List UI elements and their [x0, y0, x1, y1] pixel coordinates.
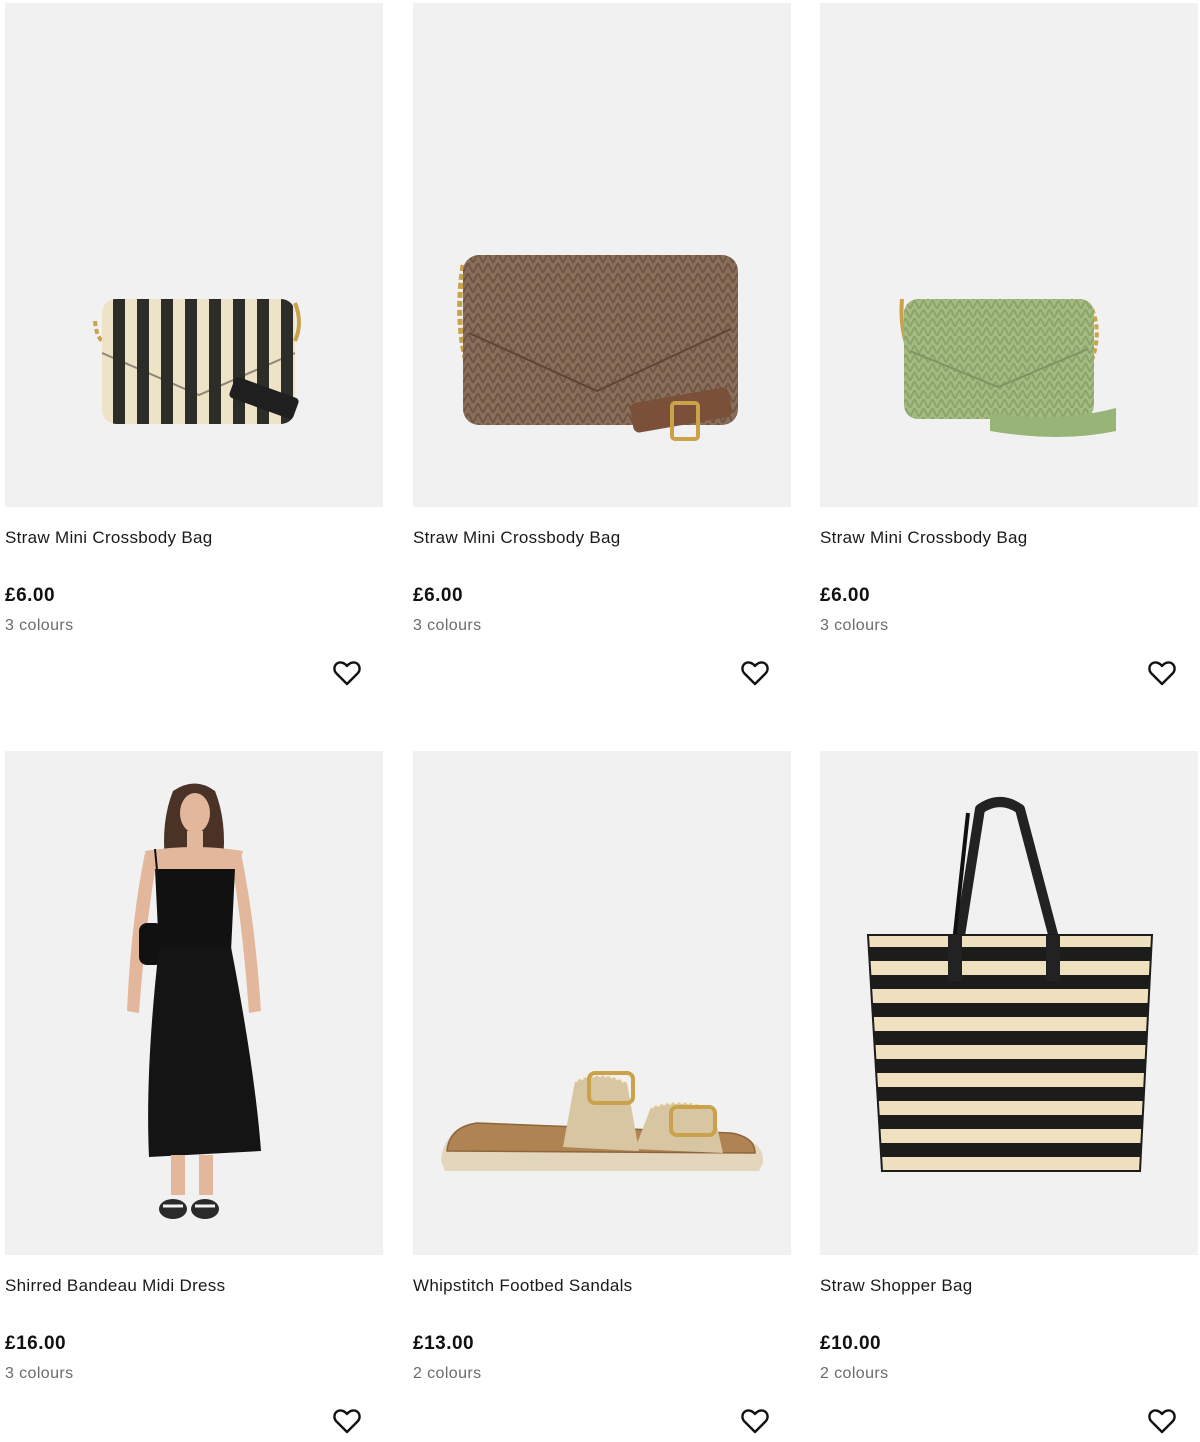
wishlist-button[interactable] [739, 657, 771, 689]
product-title[interactable]: Shirred Bandeau Midi Dress [5, 1276, 225, 1296]
wishlist-button[interactable] [1146, 657, 1178, 689]
black-midi-dress-model [127, 783, 261, 1219]
product-title[interactable]: Straw Mini Crossbody Bag [820, 528, 1028, 548]
product-colour-count: 3 colours [5, 1365, 74, 1382]
product-image[interactable] [5, 3, 383, 507]
product-image[interactable] [413, 3, 791, 507]
product-price: £6.00 [5, 585, 56, 606]
wishlist-button[interactable] [739, 1405, 771, 1437]
product-price: £6.00 [820, 585, 871, 606]
product-image[interactable] [820, 751, 1198, 1255]
heart-icon [333, 661, 361, 686]
product-colour-count: 3 colours [5, 617, 74, 634]
heart-icon [741, 1409, 769, 1434]
brown-mini-crossbody-bag [457, 255, 738, 441]
heart-icon [741, 661, 769, 686]
product-card[interactable]: Whipstitch Footbed Sandals £13.00 2 colo… [413, 751, 791, 1434]
product-title[interactable]: Straw Mini Crossbody Bag [413, 528, 621, 548]
product-colour-count: 2 colours [413, 1365, 482, 1382]
product-colour-count: 2 colours [820, 1365, 889, 1382]
product-image[interactable] [5, 751, 383, 1255]
heart-icon [1148, 1409, 1176, 1434]
product-colour-count: 3 colours [413, 617, 482, 634]
product-colour-count: 3 colours [820, 617, 889, 634]
striped-mini-crossbody-bag [93, 299, 301, 424]
product-price: £6.00 [413, 585, 464, 606]
product-price: £13.00 [413, 1333, 475, 1354]
wishlist-button[interactable] [1146, 1405, 1178, 1437]
striped-straw-shopper-bag [866, 797, 1154, 1172]
product-title[interactable]: Straw Shopper Bag [820, 1276, 973, 1296]
product-title[interactable]: Whipstitch Footbed Sandals [413, 1276, 632, 1296]
product-card[interactable]: Straw Mini Crossbody Bag £6.00 3 colours [5, 3, 383, 686]
beige-footbed-sandal [441, 1071, 764, 1171]
product-price: £16.00 [5, 1333, 67, 1354]
product-card[interactable]: Straw Mini Crossbody Bag £6.00 3 colours [413, 3, 791, 686]
product-title[interactable]: Straw Mini Crossbody Bag [5, 528, 213, 548]
heart-icon [333, 1409, 361, 1434]
product-image[interactable] [820, 3, 1198, 507]
product-price: £10.00 [820, 1333, 882, 1354]
green-mini-crossbody-bag [899, 298, 1116, 437]
product-card[interactable]: Shirred Bandeau Midi Dress £16.00 3 colo… [5, 751, 383, 1434]
product-card[interactable]: Straw Shopper Bag £10.00 2 colours [820, 751, 1198, 1434]
product-image[interactable] [413, 751, 791, 1255]
wishlist-button[interactable] [331, 1405, 363, 1437]
heart-icon [1148, 661, 1176, 686]
product-card[interactable]: Straw Mini Crossbody Bag £6.00 3 colours [820, 3, 1198, 686]
wishlist-button[interactable] [331, 657, 363, 689]
